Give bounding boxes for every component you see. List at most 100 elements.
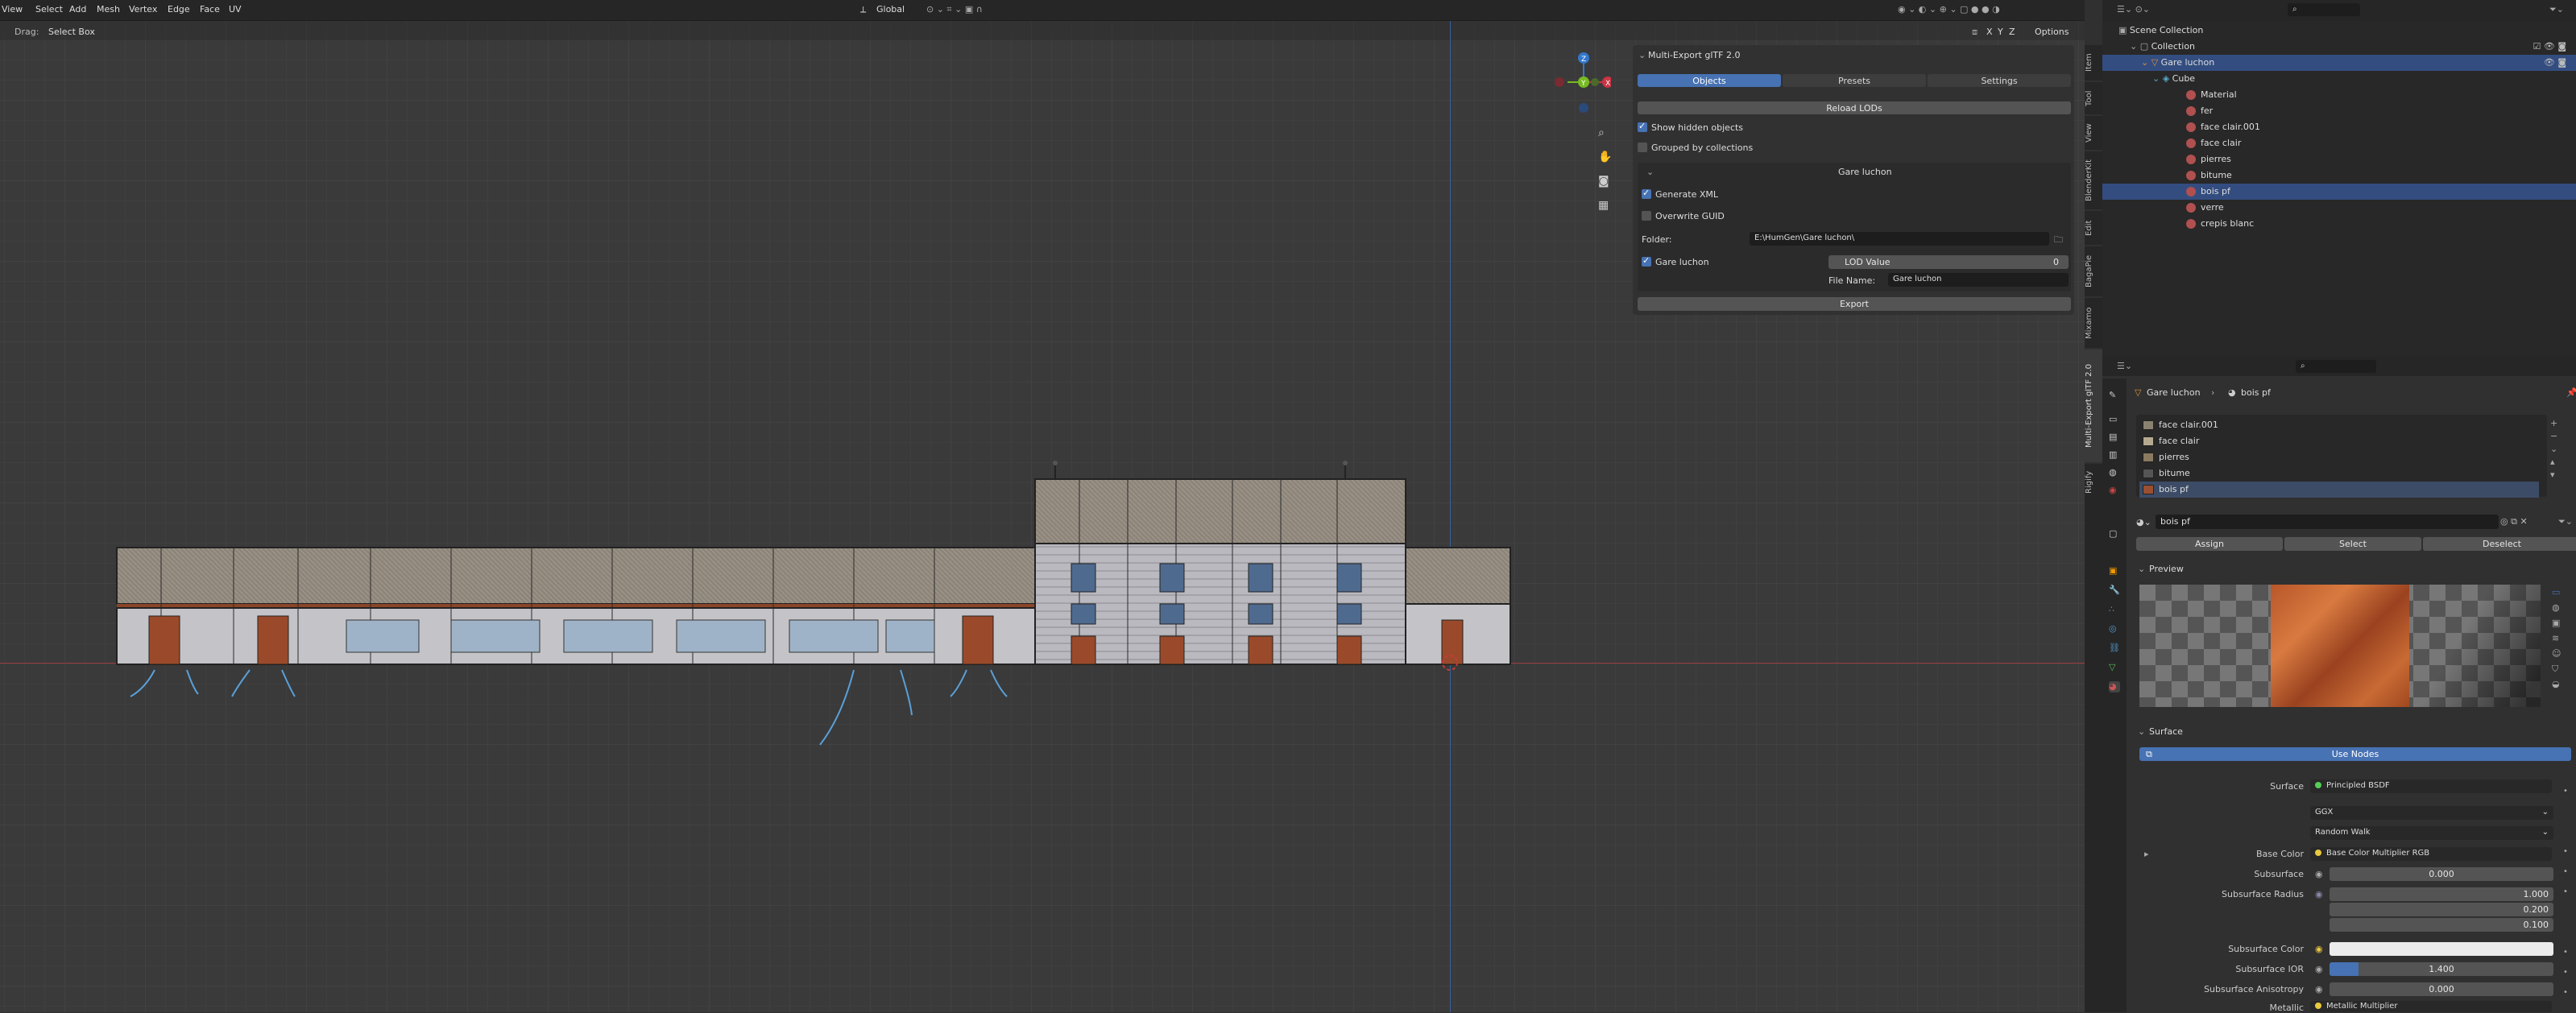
material-link-filter-icon[interactable]: ⏷⌄ bbox=[2558, 516, 2573, 527]
filter-icon[interactable]: ⏷⌄ bbox=[2549, 4, 2564, 15]
render-icon[interactable]: ▭ bbox=[2109, 414, 2120, 425]
menu-face[interactable]: Face bbox=[200, 4, 220, 14]
menu-vertex[interactable]: Vertex bbox=[129, 4, 157, 14]
file-name-input[interactable]: Gare luchon bbox=[1888, 273, 2069, 287]
visibility-toggle-icons[interactable]: 👁 ◙ bbox=[2544, 57, 2566, 68]
output-icon[interactable]: ▤ bbox=[2109, 432, 2120, 443]
axis-z-toggle[interactable]: Z bbox=[2009, 27, 2015, 37]
drag-select[interactable]: Select Box bbox=[48, 27, 95, 37]
generate-xml-checkbox[interactable] bbox=[1642, 188, 1651, 199]
collection-icon[interactable]: ▢ bbox=[2109, 528, 2120, 540]
subsurface-ior-slider[interactable]: 1.400 bbox=[2330, 962, 2553, 976]
reload-lods-button[interactable]: Reload LODs bbox=[1638, 101, 2071, 114]
subsurface-anisotropy-slider[interactable]: 0.000 bbox=[2330, 982, 2553, 996]
keyframe-dots[interactable]: • • • • • • • bbox=[2563, 781, 2568, 1003]
menu-select[interactable]: Select bbox=[35, 4, 63, 14]
outliner-row[interactable]: face clair bbox=[2102, 135, 2576, 151]
folder-browse-icon[interactable]: 🗀 bbox=[2054, 233, 2063, 248]
outliner-row[interactable]: Material bbox=[2102, 87, 2576, 103]
subsurface-slider[interactable]: 0.000 bbox=[2330, 867, 2553, 881]
zoom-icon[interactable]: ⌕ bbox=[1598, 121, 1612, 145]
physics-icon[interactable]: ◎ bbox=[2109, 623, 2120, 635]
outliner-row[interactable]: ⌄ ▽ Gare luchon 👁 ◙ bbox=[2102, 55, 2576, 71]
properties-search-input[interactable]: ⌕ bbox=[2296, 360, 2376, 373]
outliner-row[interactable]: pierres bbox=[2102, 151, 2576, 167]
side-tab-blenderkit[interactable]: BlenderKit bbox=[2085, 151, 2102, 209]
deselect-button[interactable]: Deselect bbox=[2423, 537, 2576, 551]
surface-shader-field[interactable]: Principled BSDF bbox=[2310, 779, 2552, 793]
tool-icon[interactable]: ✎ bbox=[2109, 390, 2120, 401]
material-browse-icon[interactable]: ◕⌄ bbox=[2136, 517, 2151, 527]
options-menu[interactable]: Options bbox=[2035, 27, 2069, 37]
preview-fabric-icon[interactable]: ⛉ bbox=[2552, 661, 2561, 676]
preview-type-icons[interactable]: ▭ ◍ ▣ ≋ ☺ ⛉ ◒ bbox=[2552, 585, 2561, 692]
camera-icon[interactable]: ◙ bbox=[1598, 169, 1612, 193]
material-slot[interactable]: face clair.001 bbox=[2139, 417, 2539, 433]
data-icon[interactable]: ▽ bbox=[2109, 662, 2120, 673]
preview-collapse-icon[interactable]: ⌄ bbox=[2138, 564, 2145, 574]
modifier-icon[interactable]: 🔧 bbox=[2109, 585, 2120, 596]
outliner-row[interactable]: fer bbox=[2102, 103, 2576, 119]
side-tab-bagapie[interactable]: BagaPie bbox=[2085, 246, 2102, 296]
tab-objects[interactable]: Objects bbox=[1638, 74, 1781, 87]
navigation-gizmo[interactable]: Z X Y bbox=[1547, 48, 1611, 121]
outliner-row[interactable]: face clair.001 bbox=[2102, 119, 2576, 135]
material-slot[interactable]: pierres bbox=[2139, 449, 2539, 465]
base-color-field[interactable]: Base Color Multiplier RGB bbox=[2310, 847, 2552, 861]
group-collapse-icon[interactable]: ⌄ bbox=[1646, 167, 1654, 177]
side-tab-view[interactable]: View bbox=[2085, 116, 2102, 150]
menu-mesh[interactable]: Mesh bbox=[97, 4, 120, 14]
pan-hand-icon[interactable]: ✋ bbox=[1598, 145, 1612, 169]
world-icon[interactable]: ◉ bbox=[2109, 485, 2120, 496]
subsurface-radius-y-field[interactable]: 0.200 bbox=[2330, 903, 2553, 916]
preview-sky-icon[interactable]: ◒ bbox=[2552, 676, 2561, 692]
outliner-row[interactable]: ⌄ ▢ Collection ☑ 👁 ◙ bbox=[2102, 39, 2576, 55]
outliner-row[interactable]: ▣ Scene Collection bbox=[2102, 23, 2576, 39]
orientation-icon[interactable]: ⟂ bbox=[860, 4, 866, 15]
menu-uv[interactable]: UV bbox=[229, 4, 242, 14]
side-tab-item[interactable]: Item bbox=[2085, 45, 2102, 81]
side-tab-edit[interactable]: Edit bbox=[2085, 211, 2102, 245]
subsurface-radius-z-field[interactable]: 0.100 bbox=[2330, 918, 2553, 932]
surface-collapse-icon[interactable]: ⌄ bbox=[2138, 726, 2145, 737]
side-tab-multi-export[interactable]: Multi-Export glTF 2.0 bbox=[2085, 349, 2102, 462]
overwrite-guid-checkbox[interactable] bbox=[1642, 211, 1651, 221]
preview-hair-icon[interactable]: ≋ bbox=[2552, 631, 2561, 646]
menu-edge[interactable]: Edge bbox=[168, 4, 190, 14]
panel-collapse-icon[interactable]: ⌄ bbox=[1638, 50, 1646, 60]
side-tab-rigify[interactable]: Rigify bbox=[2085, 464, 2102, 501]
menu-add[interactable]: Add bbox=[69, 4, 86, 14]
subsurface-radius-x-field[interactable]: 1.000 bbox=[2330, 887, 2553, 901]
pivot-icon[interactable]: ⊙ ⌄ ⌗ ⌄ ▣ ∩ bbox=[926, 4, 983, 15]
outliner-row[interactable]: ⌄ ◈ Cube bbox=[2102, 71, 2576, 87]
tab-settings[interactable]: Settings bbox=[1928, 74, 2071, 87]
properties-editor-icon[interactable]: ☰⌄ bbox=[2117, 361, 2132, 371]
grid-icon[interactable]: ▦ bbox=[1598, 193, 1612, 217]
axis-y-toggle[interactable]: Y bbox=[1998, 27, 2003, 37]
material-name-input[interactable]: bois pf bbox=[2156, 515, 2499, 529]
distribution-select[interactable]: GGX ⌄ bbox=[2310, 806, 2553, 820]
subsurface-method-select[interactable]: Random Walk ⌄ bbox=[2310, 826, 2553, 840]
material-slot-selected[interactable]: bois pf bbox=[2139, 482, 2539, 498]
material-tab-icon[interactable]: ◕ bbox=[2109, 681, 2120, 693]
mirror-icon[interactable]: ⧈ bbox=[1972, 27, 1978, 38]
outliner-row[interactable]: crepis blanc bbox=[2102, 216, 2576, 232]
viewport-nav-icons[interactable]: ⌕ ✋ ◙ ▦ bbox=[1598, 121, 1612, 217]
preview-flat-icon[interactable]: ▭ bbox=[2552, 585, 2561, 600]
export-button[interactable]: Export bbox=[1638, 297, 2071, 311]
object-export-checkbox[interactable] bbox=[1642, 255, 1651, 267]
folder-input[interactable]: E:\HumGen\Gare luchon\ bbox=[1750, 232, 2049, 246]
outliner-editor-icon[interactable]: ☰⌄ ⊙⌄ bbox=[2117, 4, 2150, 14]
metallic-field[interactable]: Metallic Multiplier bbox=[2310, 1001, 2552, 1012]
preview-cube-icon[interactable]: ▣ bbox=[2552, 615, 2561, 631]
material-slot[interactable]: bitume bbox=[2139, 465, 2539, 482]
subsurface-color-swatch[interactable] bbox=[2330, 942, 2553, 956]
object-icon[interactable]: ▣ bbox=[2109, 565, 2120, 577]
visibility-icons[interactable]: ◉ ⌄ ◐ ⌄ ⊕ ⌄ ▢ ● ● ◑ bbox=[1898, 4, 2000, 14]
constraints-icon[interactable]: ⛓ bbox=[2109, 643, 2120, 654]
tab-presets[interactable]: Presets bbox=[1783, 74, 1926, 87]
material-actions-icons[interactable]: ◎ ⧉ ✕ bbox=[2500, 516, 2528, 527]
slot-list-controls[interactable]: + − ⌄ ▴ ▾ bbox=[2550, 417, 2557, 482]
preview-sphere-icon[interactable]: ◍ bbox=[2552, 600, 2561, 615]
axis-x-toggle[interactable]: X bbox=[1986, 27, 1993, 37]
